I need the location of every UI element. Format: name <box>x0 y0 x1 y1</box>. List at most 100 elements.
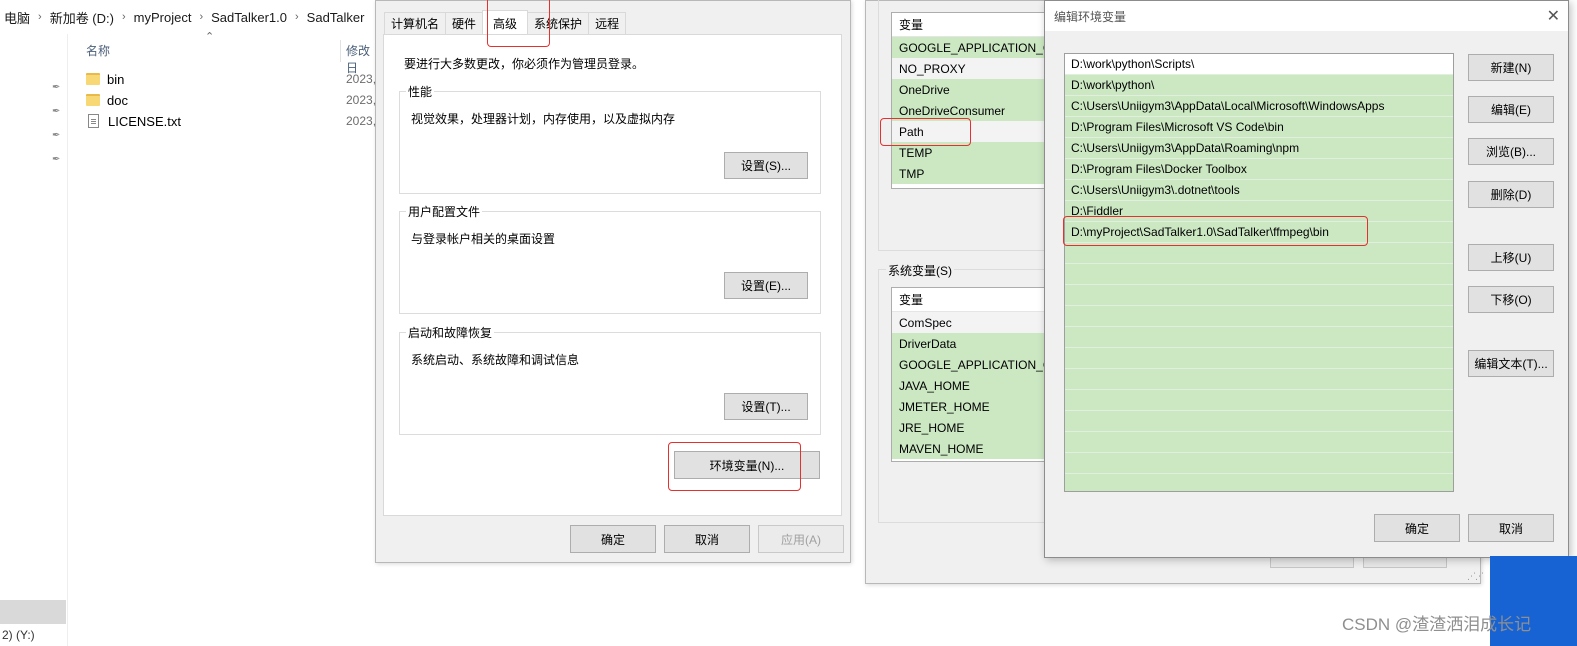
user-var-row[interactable]: OneDrive <box>892 79 1060 100</box>
startup-recovery-group: 启动和故障恢复 系统启动、系统故障和调试信息 设置(T)... <box>399 324 821 435</box>
chevron-right-icon: › <box>199 11 204 23</box>
group-title: 性能 <box>406 83 435 100</box>
path-entry[interactable]: C:\Users\Uniigym3\AppData\Local\Microsof… <box>1065 96 1453 117</box>
system-var-row[interactable]: MAVEN_HOME <box>892 438 1060 459</box>
empty-row[interactable] <box>1065 453 1453 474</box>
user-profiles-group: 用户配置文件 与登录帐户相关的桌面设置 设置(E)... <box>399 203 821 314</box>
file-date: 2023, <box>346 72 377 86</box>
nav-selected-item[interactable] <box>0 600 66 624</box>
path-entries-list[interactable]: D:\work\python\Scripts\ D:\work\python\ … <box>1064 53 1454 492</box>
nav-drive-label[interactable]: 2) (Y:) <box>2 628 35 642</box>
breadcrumb-item-myproject[interactable]: myProject <box>130 10 196 25</box>
group-description: 系统启动、系统故障和调试信息 <box>411 353 580 367</box>
breadcrumb: 电脑 › 新加卷 (D:) › myProject › SadTalker1.0… <box>0 0 380 34</box>
file-date: 2023, <box>346 93 377 107</box>
system-var-row[interactable]: DriverData <box>892 333 1060 354</box>
empty-row[interactable] <box>1065 390 1453 411</box>
empty-row[interactable] <box>1065 306 1453 327</box>
edit-ok-button[interactable]: 确定 <box>1374 514 1460 542</box>
pin-icon: ✒ <box>52 106 61 117</box>
file-date: 2023, <box>346 114 377 128</box>
env-button-highlight-box <box>668 442 801 491</box>
system-var-row[interactable]: JRE_HOME <box>892 417 1060 438</box>
startup-recovery-settings-button[interactable]: 设置(T)... <box>724 393 808 420</box>
dialog-title: 编辑环境变量 <box>1054 9 1127 24</box>
performance-settings-button[interactable]: 设置(S)... <box>724 152 808 179</box>
folder-icon <box>86 73 100 85</box>
empty-row[interactable] <box>1065 348 1453 369</box>
column-divider[interactable] <box>340 40 341 62</box>
empty-row[interactable] <box>1065 327 1453 348</box>
file-row[interactable]: LICENSE.txt <box>86 111 181 131</box>
system-var-row[interactable]: ComSpec <box>892 312 1060 333</box>
user-var-row[interactable]: NO_PROXY <box>892 58 1060 79</box>
admin-note: 要进行大多数更改，你必须作为管理员登录。 <box>404 57 645 71</box>
empty-row[interactable] <box>1065 432 1453 453</box>
file-row[interactable]: doc <box>86 90 128 110</box>
breadcrumb-item-pc[interactable]: 电脑 <box>0 8 34 27</box>
navigation-pane[interactable]: ✒ ✒ ✒ ✒ <box>0 34 68 646</box>
file-name: doc <box>107 92 128 108</box>
edit-text-button[interactable]: 编辑文本(T)... <box>1468 350 1554 377</box>
system-var-row[interactable]: JMETER_HOME <box>892 396 1060 417</box>
edit-cancel-button[interactable]: 取消 <box>1468 514 1554 542</box>
path-highlight-box <box>880 118 971 146</box>
tab-hardware[interactable]: 硬件 <box>445 12 484 34</box>
file-name: bin <box>107 71 125 87</box>
empty-row[interactable] <box>1065 411 1453 432</box>
user-profiles-settings-button[interactable]: 设置(E)... <box>724 272 808 299</box>
user-variables-list[interactable]: 变量 GOOGLE_APPLICATION_C NO_PROXY OneDriv… <box>891 12 1061 189</box>
dialog-title-bar[interactable]: 编辑环境变量 <box>1045 1 1568 31</box>
user-variables-header[interactable]: 变量 <box>892 13 1060 37</box>
apply-button[interactable]: 应用(A) <box>758 525 844 553</box>
empty-row[interactable] <box>1065 369 1453 390</box>
ok-button[interactable]: 确定 <box>570 525 656 553</box>
tab-computer-name[interactable]: 计算机名 <box>384 12 447 34</box>
path-entry[interactable]: D:\work\python\ <box>1065 75 1453 96</box>
folder-icon <box>86 94 100 106</box>
chevron-right-icon: › <box>295 11 299 23</box>
empty-row[interactable] <box>1065 264 1453 285</box>
user-var-row[interactable]: TMP <box>892 163 1060 184</box>
close-icon[interactable]: ✕ <box>1547 6 1560 26</box>
move-up-button[interactable]: 上移(U) <box>1468 244 1554 271</box>
empty-row[interactable] <box>1065 285 1453 306</box>
path-entry[interactable]: C:\Users\Uniigym3\.dotnet\tools <box>1065 180 1453 201</box>
pin-icon: ✒ <box>52 130 61 141</box>
browse-button[interactable]: 浏览(B)... <box>1468 138 1554 165</box>
system-var-row[interactable]: GOOGLE_APPLICATION_C <box>892 354 1060 375</box>
path-entry[interactable]: D:\Program Files\Microsoft VS Code\bin <box>1065 117 1453 138</box>
tab-remote[interactable]: 远程 <box>588 12 627 34</box>
move-down-button[interactable]: 下移(O) <box>1468 286 1554 313</box>
group-title: 用户配置文件 <box>406 203 483 220</box>
user-var-row[interactable]: GOOGLE_APPLICATION_C <box>892 37 1060 58</box>
chevron-right-icon: › <box>121 11 126 23</box>
breadcrumb-item-sadtalker10[interactable]: SadTalker1.0 <box>207 10 291 25</box>
breadcrumb-item-drive[interactable]: 新加卷 (D:) <box>46 8 118 27</box>
resize-grip-icon[interactable]: ⋰⋰ <box>1467 571 1484 582</box>
system-variables-list[interactable]: 变量 ComSpec DriverData GOOGLE_APPLICATION… <box>891 287 1061 462</box>
sort-ascending-icon: ⌃ <box>205 31 215 43</box>
cancel-button[interactable]: 取消 <box>664 525 750 553</box>
group-title: 启动和故障恢复 <box>406 324 495 341</box>
edit-button[interactable]: 编辑(E) <box>1468 96 1554 123</box>
new-button[interactable]: 新建(N) <box>1468 54 1554 81</box>
breadcrumb-item-sadtalker[interactable]: SadTalker <box>303 10 369 25</box>
performance-group: 性能 视觉效果，处理器计划，内存使用，以及虚拟内存 设置(S)... <box>399 83 821 194</box>
path-entry[interactable]: D:\Program Files\Docker Toolbox <box>1065 159 1453 180</box>
column-header-name[interactable]: 名称 <box>86 42 110 59</box>
pin-icon: ✒ <box>52 82 61 93</box>
empty-row[interactable] <box>1065 243 1453 264</box>
path-entry[interactable]: C:\Users\Uniigym3\AppData\Roaming\npm <box>1065 138 1453 159</box>
file-name: LICENSE.txt <box>108 113 181 129</box>
file-row[interactable]: bin <box>86 69 124 89</box>
system-variables-header[interactable]: 变量 <box>892 288 1060 312</box>
advanced-tab-highlight-box <box>487 0 550 47</box>
ffmpeg-path-highlight-box <box>1063 216 1368 246</box>
group-description: 视觉效果，处理器计划，内存使用，以及虚拟内存 <box>411 112 676 126</box>
delete-button[interactable]: 删除(D) <box>1468 181 1554 208</box>
pin-icon: ✒ <box>52 154 61 165</box>
text-file-icon <box>88 114 99 128</box>
path-entry[interactable]: D:\work\python\Scripts\ <box>1065 54 1453 75</box>
system-var-row[interactable]: JAVA_HOME <box>892 375 1060 396</box>
